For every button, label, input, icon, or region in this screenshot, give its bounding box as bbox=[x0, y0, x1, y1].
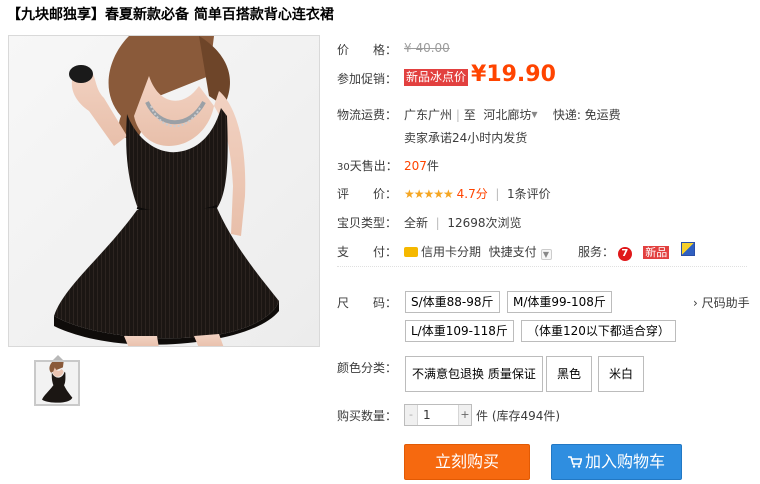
add-to-cart-label: 加入购物车 bbox=[584, 452, 665, 471]
product-title: 【九块邮独享】春夏新款必备 简单百搭款背心连衣裙 bbox=[7, 7, 334, 23]
promo-tag: 新品冰点价 bbox=[404, 69, 469, 86]
rating-label: 评 价： bbox=[337, 187, 398, 201]
ship-promise: 卖家承诺24小时内发货 bbox=[404, 131, 528, 145]
express-fee: 快递: 免运费 bbox=[552, 108, 621, 122]
currency-symbol: ¥ bbox=[471, 62, 487, 87]
shipping-route: 广东广州 | 至 河北廊坊▼ 快递: 免运费 bbox=[404, 106, 621, 123]
quantity-label: 购买数量： bbox=[337, 409, 398, 423]
credit-card-icon bbox=[404, 247, 418, 257]
promo-amount: 19.90 bbox=[486, 62, 556, 87]
view-count: 12698次浏览 bbox=[447, 216, 522, 230]
service-label: 服务： bbox=[578, 245, 615, 259]
quantity-input[interactable] bbox=[419, 405, 459, 425]
dress-photo bbox=[9, 36, 319, 346]
color-label: 颜色分类： bbox=[337, 361, 398, 375]
size-helper-link[interactable]: › 尺码助手 bbox=[693, 294, 750, 311]
star-rating-icon: ★★★★★ bbox=[404, 187, 454, 201]
payment-wrap: 信用卡分期 快捷支付 ▼ bbox=[404, 243, 552, 260]
original-price: ¥ 40.00 bbox=[404, 41, 450, 55]
sales-days: 30 bbox=[337, 162, 350, 173]
tmall-service-icon[interactable]: 7 bbox=[617, 247, 632, 261]
sales-label-text: 天售出： bbox=[349, 159, 398, 173]
sales-count-wrap: 207件 bbox=[404, 157, 439, 174]
size-label: 尺 码： bbox=[337, 296, 398, 310]
chevron-down-icon[interactable]: ▼ bbox=[531, 110, 537, 119]
payment-dropdown-icon[interactable]: ▼ bbox=[540, 249, 552, 260]
size-option-note[interactable]: （体重120以下都适合穿） bbox=[521, 320, 676, 342]
payment-label: 支 付： bbox=[337, 245, 398, 259]
item-type-label: 宝贝类型： bbox=[337, 216, 398, 230]
color-option-guarantee[interactable]: 不满意包退换 质量保证 bbox=[405, 356, 543, 392]
quantity-increment-button[interactable]: + bbox=[458, 405, 471, 425]
size-option-s[interactable]: S/体重88-98斤 bbox=[405, 291, 500, 313]
new-item-badge[interactable]: 新品 bbox=[643, 246, 670, 259]
color-option-black[interactable]: 黑色 bbox=[546, 356, 593, 392]
quick-pay-link[interactable]: 快捷支付 bbox=[489, 245, 537, 259]
promo-label: 参加促销： bbox=[337, 72, 398, 86]
sales-label: 30天售出： bbox=[337, 157, 398, 174]
review-count-link[interactable]: 1条评价 bbox=[507, 187, 551, 201]
item-type-wrap: 全新 | 12698次浏览 bbox=[404, 214, 522, 231]
quantity-stepper: - + bbox=[404, 404, 472, 426]
rating-wrap: ★★★★★ 4.7分 | 1条评价 bbox=[404, 185, 551, 202]
rating-score: 4.7分 bbox=[456, 187, 488, 201]
installment-link[interactable]: 信用卡分期 bbox=[421, 245, 481, 259]
section-divider bbox=[337, 266, 747, 267]
main-product-image[interactable] bbox=[8, 35, 320, 347]
buy-now-button[interactable]: 立刻购买 bbox=[404, 444, 530, 480]
thumbnail-image[interactable] bbox=[34, 360, 80, 406]
guarantee-icon[interactable] bbox=[680, 242, 695, 256]
price-label: 价 格： bbox=[337, 43, 398, 57]
ship-separator: | bbox=[455, 108, 460, 122]
sales-unit: 件 bbox=[426, 159, 439, 173]
item-type-separator: | bbox=[435, 216, 440, 230]
ship-from: 广东广州 bbox=[404, 108, 453, 122]
quantity-decrement-button[interactable]: - bbox=[405, 405, 418, 425]
ship-to-prefix: 至 bbox=[463, 108, 476, 122]
color-option-beige[interactable]: 米白 bbox=[598, 356, 645, 392]
promo-price: ¥19.90 bbox=[471, 62, 556, 87]
add-to-cart-button[interactable]: 加入购物车 bbox=[551, 444, 682, 480]
sales-count: 207 bbox=[404, 159, 427, 173]
item-condition: 全新 bbox=[404, 216, 429, 230]
shipping-label: 物流运费： bbox=[337, 108, 398, 122]
size-option-m[interactable]: M/体重99-108斤 bbox=[507, 291, 612, 313]
dress-thumbnail bbox=[36, 362, 78, 404]
stock-info: 件 (库存494件) bbox=[476, 409, 561, 423]
size-option-l[interactable]: L/体重109-118斤 bbox=[405, 320, 514, 342]
ship-to-dropdown[interactable]: 河北廊坊 bbox=[483, 108, 531, 122]
service-wrap: 服务： 7 新品 bbox=[578, 242, 695, 261]
rating-separator: | bbox=[495, 187, 500, 201]
cart-icon bbox=[567, 456, 582, 468]
